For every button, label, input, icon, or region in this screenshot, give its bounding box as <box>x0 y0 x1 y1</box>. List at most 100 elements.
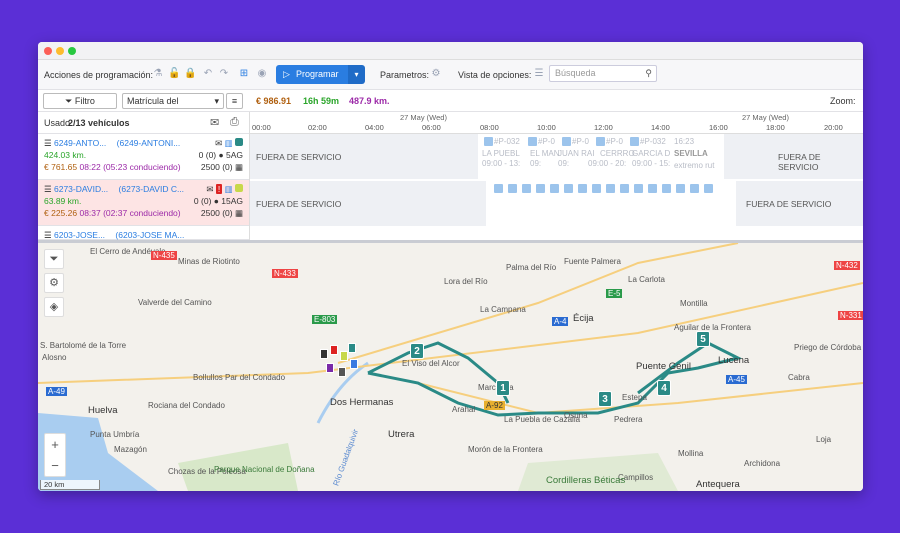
vehicle-name[interactable]: 6273-DAVID... <box>54 184 108 194</box>
menu-icon[interactable]: ☰ <box>44 230 52 240</box>
optimize-icon[interactable]: ⚗ <box>152 68 164 80</box>
total-distance: 487.9 km. <box>349 96 390 106</box>
task-icon[interactable] <box>528 137 537 146</box>
truck-icon[interactable] <box>350 359 358 369</box>
programar-button[interactable]: ▷ Programar <box>276 65 348 84</box>
task-block[interactable] <box>486 181 736 227</box>
task-icon[interactable] <box>596 137 605 146</box>
filtro-button[interactable]: ⏷ Filtro <box>43 93 117 109</box>
funnel-icon: ⏷ <box>49 253 59 265</box>
road-badge: N-433 <box>272 269 298 278</box>
gears-icon[interactable]: ⚙ <box>430 68 442 80</box>
mail-icon[interactable]: ✉ <box>215 138 222 148</box>
road-badge: E-5 <box>606 289 623 298</box>
vehicle-row[interactable]: ☰ 6203-JOSE... (6203-JOSE MA... <box>38 226 249 240</box>
programar-dropdown[interactable]: ▾ <box>348 65 365 84</box>
task-icon[interactable] <box>592 184 601 193</box>
map-place: Pedrera <box>614 415 643 424</box>
vehicle-row[interactable]: ☰ 6249-ANTO... (6249-ANTONI... 424.03 km… <box>38 134 249 180</box>
mail-icon[interactable]: ✉ <box>206 184 213 194</box>
task-icon[interactable] <box>564 184 573 193</box>
route-stop-marker[interactable]: 3 <box>598 391 612 407</box>
minimize-dot[interactable] <box>56 47 64 55</box>
map-place: Fuente Palmera <box>564 257 621 266</box>
task-icon[interactable] <box>620 184 629 193</box>
sort-select[interactable]: Matrícula del ▾ <box>122 93 224 109</box>
zoom-out-button[interactable]: − <box>45 455 65 476</box>
map-place: Montilla <box>680 299 708 308</box>
mail-icon[interactable]: ✉ <box>210 116 219 129</box>
truck-icon[interactable] <box>320 349 328 359</box>
route-stop-marker[interactable]: 2 <box>410 343 424 359</box>
task-icon[interactable] <box>484 137 493 146</box>
redo-icon[interactable]: ↷ <box>218 68 230 80</box>
task-icon[interactable] <box>634 184 643 193</box>
task-icon[interactable] <box>606 184 615 193</box>
task-icon[interactable] <box>676 184 685 193</box>
map-icon[interactable]: ▥ <box>225 184 233 194</box>
task-icon[interactable] <box>648 184 657 193</box>
calendar-icon[interactable]: ▦ <box>235 208 243 218</box>
map-view[interactable]: El Cerro de Andévalo Minas de Riotinto V… <box>38 243 863 491</box>
truck-icon[interactable] <box>340 351 348 361</box>
task-icon[interactable] <box>662 184 671 193</box>
menu-icon[interactable]: ☰ <box>44 138 52 148</box>
hour-tick: 20:00 <box>824 123 843 132</box>
road-badge: A-92 <box>484 401 505 410</box>
vehicle-capacity: 0 (0) ● 5AG <box>198 150 243 160</box>
zoom-in-button[interactable]: + <box>45 434 65 455</box>
route-stop-marker[interactable]: 4 <box>657 380 671 396</box>
color-swatch[interactable] <box>235 138 243 146</box>
map-settings-button[interactable]: ⚙ <box>44 273 64 293</box>
vehicle-name[interactable]: 6249-ANTO... <box>54 138 106 148</box>
route-stop-marker[interactable]: 1 <box>496 380 510 396</box>
maximize-dot[interactable] <box>68 47 76 55</box>
task-icon[interactable] <box>562 137 571 146</box>
vehicle-name[interactable]: 6203-JOSE... <box>54 230 105 240</box>
truck-icon[interactable] <box>338 367 346 377</box>
calendar-icon[interactable]: ▦ <box>235 162 243 172</box>
task-icon[interactable] <box>536 184 545 193</box>
task-icon[interactable] <box>690 184 699 193</box>
map-place: El Viso del Alcor <box>402 359 460 368</box>
map-layers-button[interactable]: ◈ <box>44 297 64 317</box>
lock-icon[interactable]: 🔒 <box>184 68 196 80</box>
menu-icon[interactable]: ☰ <box>44 184 52 194</box>
grid-icon[interactable]: ⊞ <box>238 68 250 80</box>
truck-icon[interactable] <box>330 345 338 355</box>
eye-icon[interactable]: ◉ <box>256 68 268 80</box>
map-place: Cordilleras Béticas <box>546 475 626 486</box>
task-icon[interactable] <box>578 184 587 193</box>
task-icon[interactable] <box>522 184 531 193</box>
color-swatch[interactable] <box>235 184 243 192</box>
search-icon[interactable]: ⚲ <box>645 66 652 81</box>
vehicle-capacity-2: 2500 (0) ▦ <box>201 207 243 219</box>
task-icon[interactable] <box>494 184 503 193</box>
print-icon[interactable]: ⎙ <box>230 116 239 129</box>
vehicle-row[interactable]: ☰ 6273-DAVID... (6273-DAVID C... 63.89 k… <box>38 180 249 226</box>
list-options-icon[interactable]: ☰ <box>533 68 545 80</box>
task-icon[interactable] <box>550 184 559 193</box>
task-icon[interactable] <box>630 137 639 146</box>
warning-icon[interactable]: ! <box>215 184 223 194</box>
depot-cluster[interactable] <box>318 343 368 383</box>
truck-icon[interactable] <box>326 363 334 373</box>
map-filter-button[interactable]: ⏷ <box>44 249 64 269</box>
route-stop-marker[interactable]: 5 <box>696 331 710 347</box>
task-icon[interactable] <box>508 184 517 193</box>
hour-tick: 08:00 <box>480 123 499 132</box>
hour-tick: 04:00 <box>365 123 384 132</box>
vehicle-capacity-value: 2500 (0) <box>200 162 233 172</box>
unlock-icon[interactable]: 🔓 <box>168 68 180 80</box>
undo-icon[interactable]: ↶ <box>202 68 214 80</box>
close-dot[interactable] <box>44 47 52 55</box>
truck-icon[interactable] <box>348 343 356 353</box>
map-icon[interactable]: ▥ <box>225 138 233 148</box>
hour-tick: 00:00 <box>252 123 271 132</box>
sort-order-button[interactable]: ≡ <box>226 93 243 109</box>
search-input[interactable]: Búsqueda ⚲ <box>549 65 657 82</box>
map-place: Estepa <box>622 393 647 402</box>
task-icon[interactable] <box>704 184 713 193</box>
task-block[interactable]: #P-032 #P-0 #P-0 #P-0 #P-032 LA PUEBL EL… <box>478 134 724 180</box>
map-place: Morón de la Frontera <box>468 445 543 454</box>
